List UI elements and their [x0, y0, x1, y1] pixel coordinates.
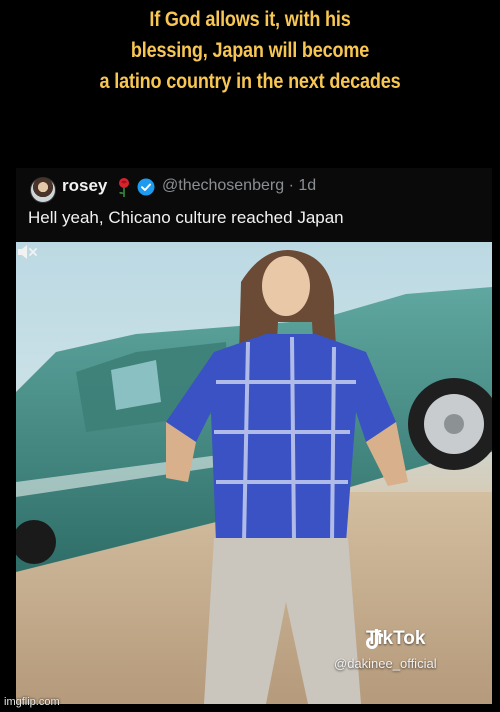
- caption-line-1: If God allows it, with his: [149, 8, 351, 31]
- caption-line-2: blessing, Japan will become: [130, 39, 370, 62]
- timestamp[interactable]: 1d: [298, 177, 316, 194]
- avatar[interactable]: [30, 177, 56, 203]
- verified-icon: [137, 178, 155, 196]
- tiktok-username: @dakinee_official: [334, 656, 437, 671]
- separator: ·: [288, 177, 294, 194]
- video-frame[interactable]: TikTok @dakinee_official: [16, 242, 492, 704]
- tweet-meta: @thechosenberg · 1d: [162, 177, 316, 195]
- tiktok-note-icon: [366, 629, 383, 649]
- mute-icon[interactable]: [16, 242, 38, 262]
- meme-caption: If God allows it, with his blessing, Jap…: [35, 4, 465, 97]
- caption-line-3: a latino country in the next decades: [99, 70, 401, 93]
- rose-icon: [119, 178, 129, 197]
- tweet-header: rosey @thechosenberg · 1d Hell yeah, Chi…: [16, 168, 492, 242]
- tiktok-logo: TikTok: [366, 628, 425, 650]
- display-name[interactable]: rosey: [62, 176, 107, 196]
- tweet-text: Hell yeah, Chicano culture reached Japan: [28, 208, 344, 227]
- watermark: imgflip.com: [4, 696, 60, 708]
- handle[interactable]: @thechosenberg: [162, 177, 284, 194]
- tweet-screenshot: rosey @thechosenberg · 1d Hell yeah, Chi…: [16, 168, 492, 704]
